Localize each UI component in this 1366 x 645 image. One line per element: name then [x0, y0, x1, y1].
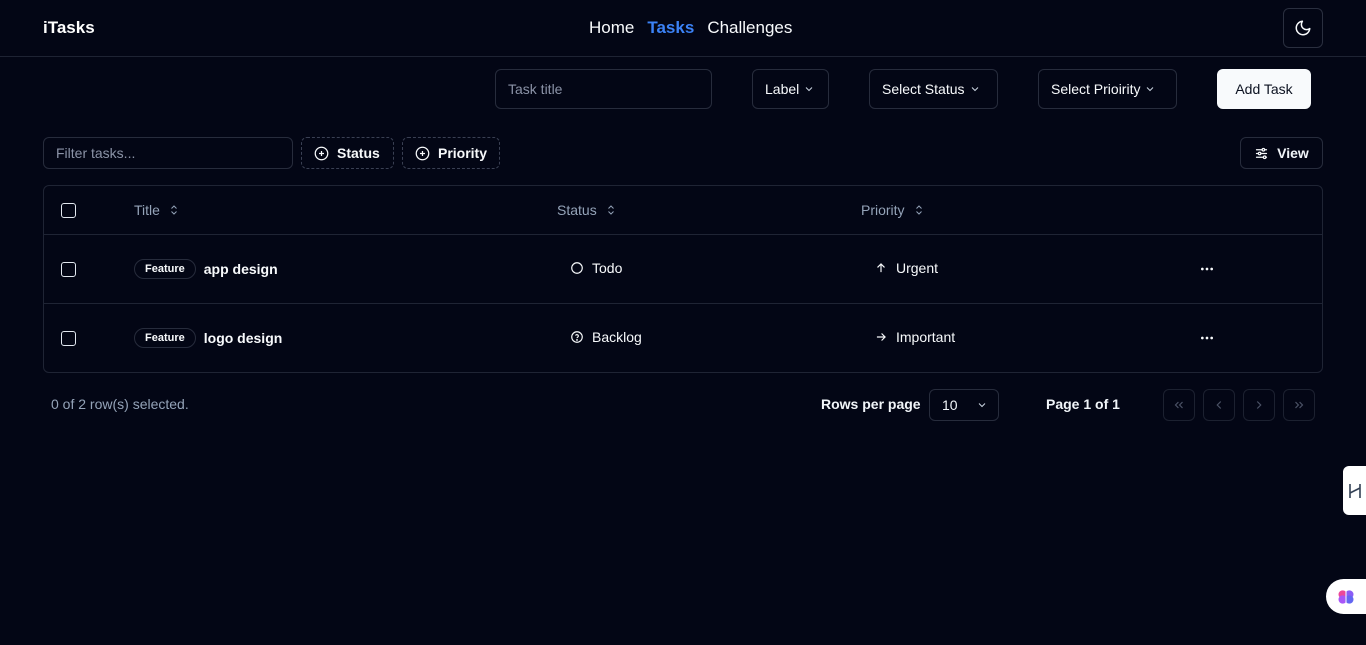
sort-icon	[915, 205, 922, 215]
arrow-right-icon	[876, 333, 886, 341]
moon-icon	[1295, 20, 1311, 36]
sliders-icon	[1256, 147, 1268, 159]
nav-challenges-link[interactable]: Challenges	[707, 18, 792, 38]
task-status-cell: Backlog	[570, 329, 642, 345]
top-navbar: iTasks Home Tasks Challenges	[0, 0, 1366, 57]
arrow-up-icon	[877, 263, 885, 273]
chevrons-left-icon	[1174, 401, 1183, 409]
table-row: Feature logo design Backlog Important	[44, 304, 1322, 373]
chevron-down-icon	[978, 403, 986, 408]
task-status-cell: Todo	[570, 260, 622, 276]
side-extension-tab[interactable]	[1343, 466, 1366, 515]
chevron-right-icon	[1256, 401, 1262, 409]
view-options-button[interactable]: View	[1240, 137, 1323, 169]
more-horizontal-icon	[1201, 267, 1213, 271]
main-nav: Home Tasks Challenges	[589, 18, 792, 38]
label-badge: Feature	[134, 259, 196, 279]
page-indicator: Page 1 of 1	[1046, 396, 1120, 412]
theme-toggle-button[interactable]	[1283, 8, 1323, 48]
nav-tasks-link[interactable]: Tasks	[647, 18, 694, 38]
table-row: Feature app design Todo Urgent	[44, 235, 1322, 304]
row-select-checkbox[interactable]	[61, 331, 76, 346]
priority-select[interactable]: Select Prioirity	[1038, 69, 1177, 109]
task-status: Backlog	[592, 329, 642, 345]
task-title: app design	[203, 261, 278, 277]
priority-filter-button[interactable]: Priority	[402, 137, 500, 169]
previous-page-button[interactable]	[1203, 389, 1235, 421]
label-select[interactable]: Label	[752, 69, 829, 109]
row-select-checkbox[interactable]	[61, 262, 76, 277]
plus-circle-icon	[314, 146, 329, 160]
task-priority: Urgent	[896, 260, 939, 276]
question-circle-icon	[571, 331, 583, 343]
label-select-text: Label	[765, 81, 800, 97]
task-title: logo design	[203, 330, 283, 346]
circle-icon	[571, 262, 583, 274]
extension-logo-icon	[1348, 483, 1361, 498]
chevron-down-icon	[803, 83, 815, 95]
task-status: Todo	[592, 260, 623, 276]
status-filter-button[interactable]: Status	[301, 137, 394, 169]
table-header-row: Title Status Priority	[44, 186, 1322, 235]
chevron-down-icon	[969, 83, 981, 95]
status-select-text: Select Status	[882, 81, 965, 97]
task-priority-cell: Urgent	[874, 260, 938, 276]
task-title-cell: Feature logo design	[134, 328, 282, 348]
chevron-left-icon	[1216, 401, 1222, 409]
tasks-table: Title Status Priority Feature app design…	[43, 185, 1323, 373]
label-badge: Feature	[134, 328, 196, 348]
chevron-down-icon	[1144, 83, 1156, 95]
status-select[interactable]: Select Status	[869, 69, 998, 109]
selection-count: 0 of 2 row(s) selected.	[51, 396, 189, 412]
more-horizontal-icon	[1201, 336, 1213, 340]
filter-tasks-input[interactable]: Filter tasks...	[43, 137, 293, 169]
column-header-priority-label: Priority	[861, 202, 905, 218]
last-page-button[interactable]	[1283, 389, 1315, 421]
chevrons-right-icon	[1295, 401, 1304, 409]
sort-icon	[171, 205, 177, 215]
next-page-button[interactable]	[1243, 389, 1275, 421]
task-title-input[interactable]: Task title	[495, 69, 712, 109]
sort-icon	[607, 205, 614, 215]
column-header-priority[interactable]: Priority	[861, 202, 925, 218]
status-filter-label: Status	[337, 145, 380, 161]
assistant-widget-button[interactable]	[1326, 579, 1366, 614]
column-header-title[interactable]: Title	[134, 202, 180, 218]
rows-per-page-select[interactable]: 10	[929, 389, 999, 421]
nav-home-link[interactable]: Home	[589, 18, 634, 38]
column-header-title-label: Title	[134, 202, 160, 218]
column-header-status-label: Status	[557, 202, 597, 218]
task-title-cell: Feature app design	[134, 259, 278, 279]
app-brand[interactable]: iTasks	[43, 18, 95, 38]
rows-per-page-label: Rows per page	[821, 396, 921, 412]
column-header-status[interactable]: Status	[557, 202, 617, 218]
row-actions-button[interactable]	[1199, 261, 1215, 277]
plus-circle-icon	[415, 146, 430, 160]
task-priority: Important	[896, 329, 956, 345]
brain-icon	[1338, 589, 1354, 604]
add-task-button[interactable]: Add Task	[1217, 69, 1311, 109]
first-page-button[interactable]	[1163, 389, 1195, 421]
row-actions-button[interactable]	[1199, 330, 1215, 346]
select-all-checkbox[interactable]	[61, 203, 76, 218]
view-label: View	[1277, 145, 1309, 161]
task-priority-cell: Important	[874, 329, 955, 345]
rows-per-page-value: 10	[942, 397, 958, 413]
priority-select-text: Select Prioirity	[1051, 81, 1141, 97]
priority-filter-label: Priority	[437, 145, 487, 161]
